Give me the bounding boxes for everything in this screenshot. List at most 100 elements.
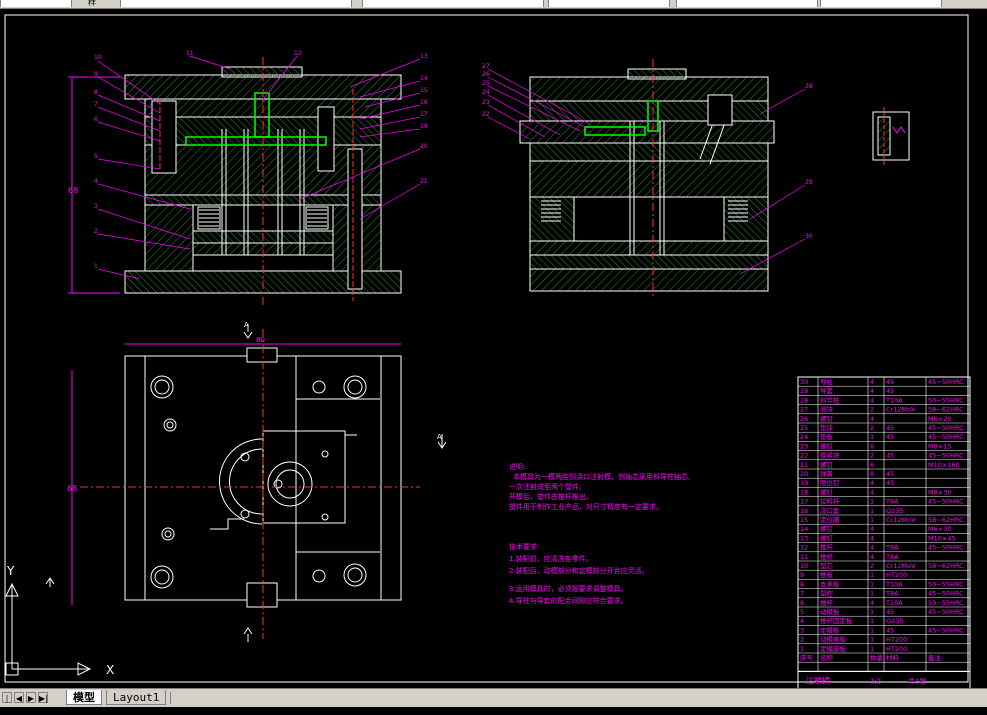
plotstyle-dropdown[interactable] xyxy=(820,0,942,7)
bom-cell: Q235 xyxy=(886,507,904,515)
bom-cell: 定模座板 xyxy=(820,644,847,653)
toolbar-field[interactable] xyxy=(0,0,72,7)
bom-cell: 50~55HRC xyxy=(928,396,964,404)
bom-cell: 2 xyxy=(800,636,804,644)
bom-cell: 1 xyxy=(870,433,874,441)
bom-cell: Q235 xyxy=(886,617,904,625)
bom-cell: 螺钉 xyxy=(820,487,834,496)
bom-cell: 1 xyxy=(870,571,874,579)
bom-cell: 26 xyxy=(800,415,808,423)
svg-text:9: 9 xyxy=(94,71,98,78)
tab-model[interactable]: 模型 xyxy=(66,690,102,705)
bom-cell: 45 xyxy=(886,626,894,634)
next-tab-button[interactable]: ▶ xyxy=(26,692,36,703)
horizontal-scrollbar[interactable] xyxy=(170,692,987,704)
toolbar-label: 样 xyxy=(88,0,96,7)
bom-cell: 58~62HRC xyxy=(928,562,964,570)
bom-cell: 推杆 xyxy=(820,552,834,561)
notes-line: 一次注射成型两个塑件; xyxy=(509,482,581,491)
bom-cell: 45 xyxy=(886,470,894,478)
bom-cell: M10×45 xyxy=(928,534,956,542)
bom-cell: HT200 xyxy=(886,636,907,644)
svg-text:2: 2 xyxy=(94,228,98,235)
bom-cell: 22 xyxy=(800,452,808,460)
tab-layout1[interactable]: Layout1 xyxy=(106,690,167,705)
prev-tab-button[interactable]: ◀ xyxy=(14,692,24,703)
linetype-dropdown[interactable] xyxy=(548,0,670,7)
bom-cell: 推杆固定板 xyxy=(820,616,853,625)
bom-cell: 限位钉 xyxy=(820,478,840,487)
bom-cell: 11 xyxy=(800,553,808,561)
lineweight-dropdown[interactable] xyxy=(676,0,818,7)
bom-cell: 45~50HRC xyxy=(928,608,964,616)
bom-cell: 45 xyxy=(886,378,894,386)
bom-cell: 2 xyxy=(870,562,874,570)
bom-cell: 15 xyxy=(800,516,808,524)
bom-cell: 45~50HRC xyxy=(928,378,964,386)
bom-cell: 18 xyxy=(800,488,808,496)
bom-cell: 45~50HRC xyxy=(928,626,964,634)
svg-text:14: 14 xyxy=(420,75,428,82)
bom-header-cell: 数量 xyxy=(870,653,884,662)
svg-text:21: 21 xyxy=(420,178,428,185)
bom-cell: 20 xyxy=(800,470,808,478)
svg-text:5: 5 xyxy=(94,153,98,160)
bom-cell: 螺钉 xyxy=(820,524,834,533)
bom-cell: 21 xyxy=(800,461,808,469)
toolbar-strip: 样 xyxy=(0,0,987,9)
ucs-y-label: Y xyxy=(6,564,15,578)
drawing-canvas[interactable]: 68 1098 765 432 1 11 12 131415 161718 202… xyxy=(0,9,987,688)
title-block-scale: 1:2 xyxy=(870,677,881,685)
bom-cell: 2 xyxy=(870,406,874,414)
bom-cell: 17 xyxy=(800,498,808,506)
bom-cell: 4 xyxy=(870,488,874,496)
section-label: A xyxy=(244,321,249,329)
bom-cell: 1 xyxy=(870,498,874,506)
ucs-icon: Y X xyxy=(5,564,114,677)
svg-text:22: 22 xyxy=(482,111,490,118)
svg-text:12: 12 xyxy=(294,50,302,57)
notes-line: 开模后，塑件由推杆推出。 xyxy=(509,492,593,501)
tech-line: 3.运用模具时，必须按要求调整模具。 xyxy=(509,584,628,593)
bom-cell: 定位圈 xyxy=(820,515,840,524)
bom-cell: 45 xyxy=(886,608,894,616)
bom-cell: 3 xyxy=(800,626,804,634)
bom-cell: 24 xyxy=(800,433,808,441)
first-tab-button[interactable]: |◀ xyxy=(2,692,12,714)
bom-cell: 30 xyxy=(800,378,808,386)
bom-cell: 1 xyxy=(870,608,874,616)
svg-text:24: 24 xyxy=(482,89,490,96)
svg-text:23: 23 xyxy=(482,99,490,106)
bom-cell: Cr12MoV xyxy=(886,562,916,570)
bom-cell: T8A xyxy=(885,590,899,598)
bom-cell: 1 xyxy=(870,626,874,634)
svg-text:20: 20 xyxy=(420,143,428,150)
svg-text:10: 10 xyxy=(94,54,102,61)
bom-cell: 8 xyxy=(800,580,804,588)
bom-cell: 5 xyxy=(800,608,804,616)
bom-cell: 58~62HRC xyxy=(928,406,964,414)
bom-cell: 23 xyxy=(800,442,808,450)
tech-title: 技术要求: xyxy=(509,542,539,551)
tech-line: 4.导柱与导套的配合间隙应符合要求。 xyxy=(509,596,628,605)
bom-cell: 25 xyxy=(800,424,808,432)
bom-cell: Cr12MoV xyxy=(886,516,916,524)
bom-cell: 1 xyxy=(800,645,804,653)
bom-cell: 滑块 xyxy=(820,405,834,414)
bom-cell: 45 xyxy=(886,479,894,487)
bom-cell: 4 xyxy=(870,544,874,552)
bom-cell: 7 xyxy=(800,590,804,598)
bom-cell: 动模座板 xyxy=(820,635,847,644)
layer-dropdown[interactable] xyxy=(120,0,352,7)
svg-text:7: 7 xyxy=(94,101,98,108)
bom-cell: 45 xyxy=(886,387,894,395)
bom-cell: 45~50HRC xyxy=(928,590,964,598)
layout-tab-bar: |◀ ◀ ▶ ▶| 模型 Layout1 xyxy=(0,688,987,714)
bom-cell: 1 xyxy=(870,516,874,524)
svg-text:13: 13 xyxy=(420,53,428,60)
color-dropdown[interactable] xyxy=(362,0,544,7)
bom-cell: 螺钉 xyxy=(820,414,834,423)
svg-text:8: 8 xyxy=(94,89,98,96)
last-tab-button[interactable]: ▶| xyxy=(38,692,48,703)
notes-line: 塑件用于制作工业产品，对尺寸精度有一定要求。 xyxy=(509,502,663,511)
